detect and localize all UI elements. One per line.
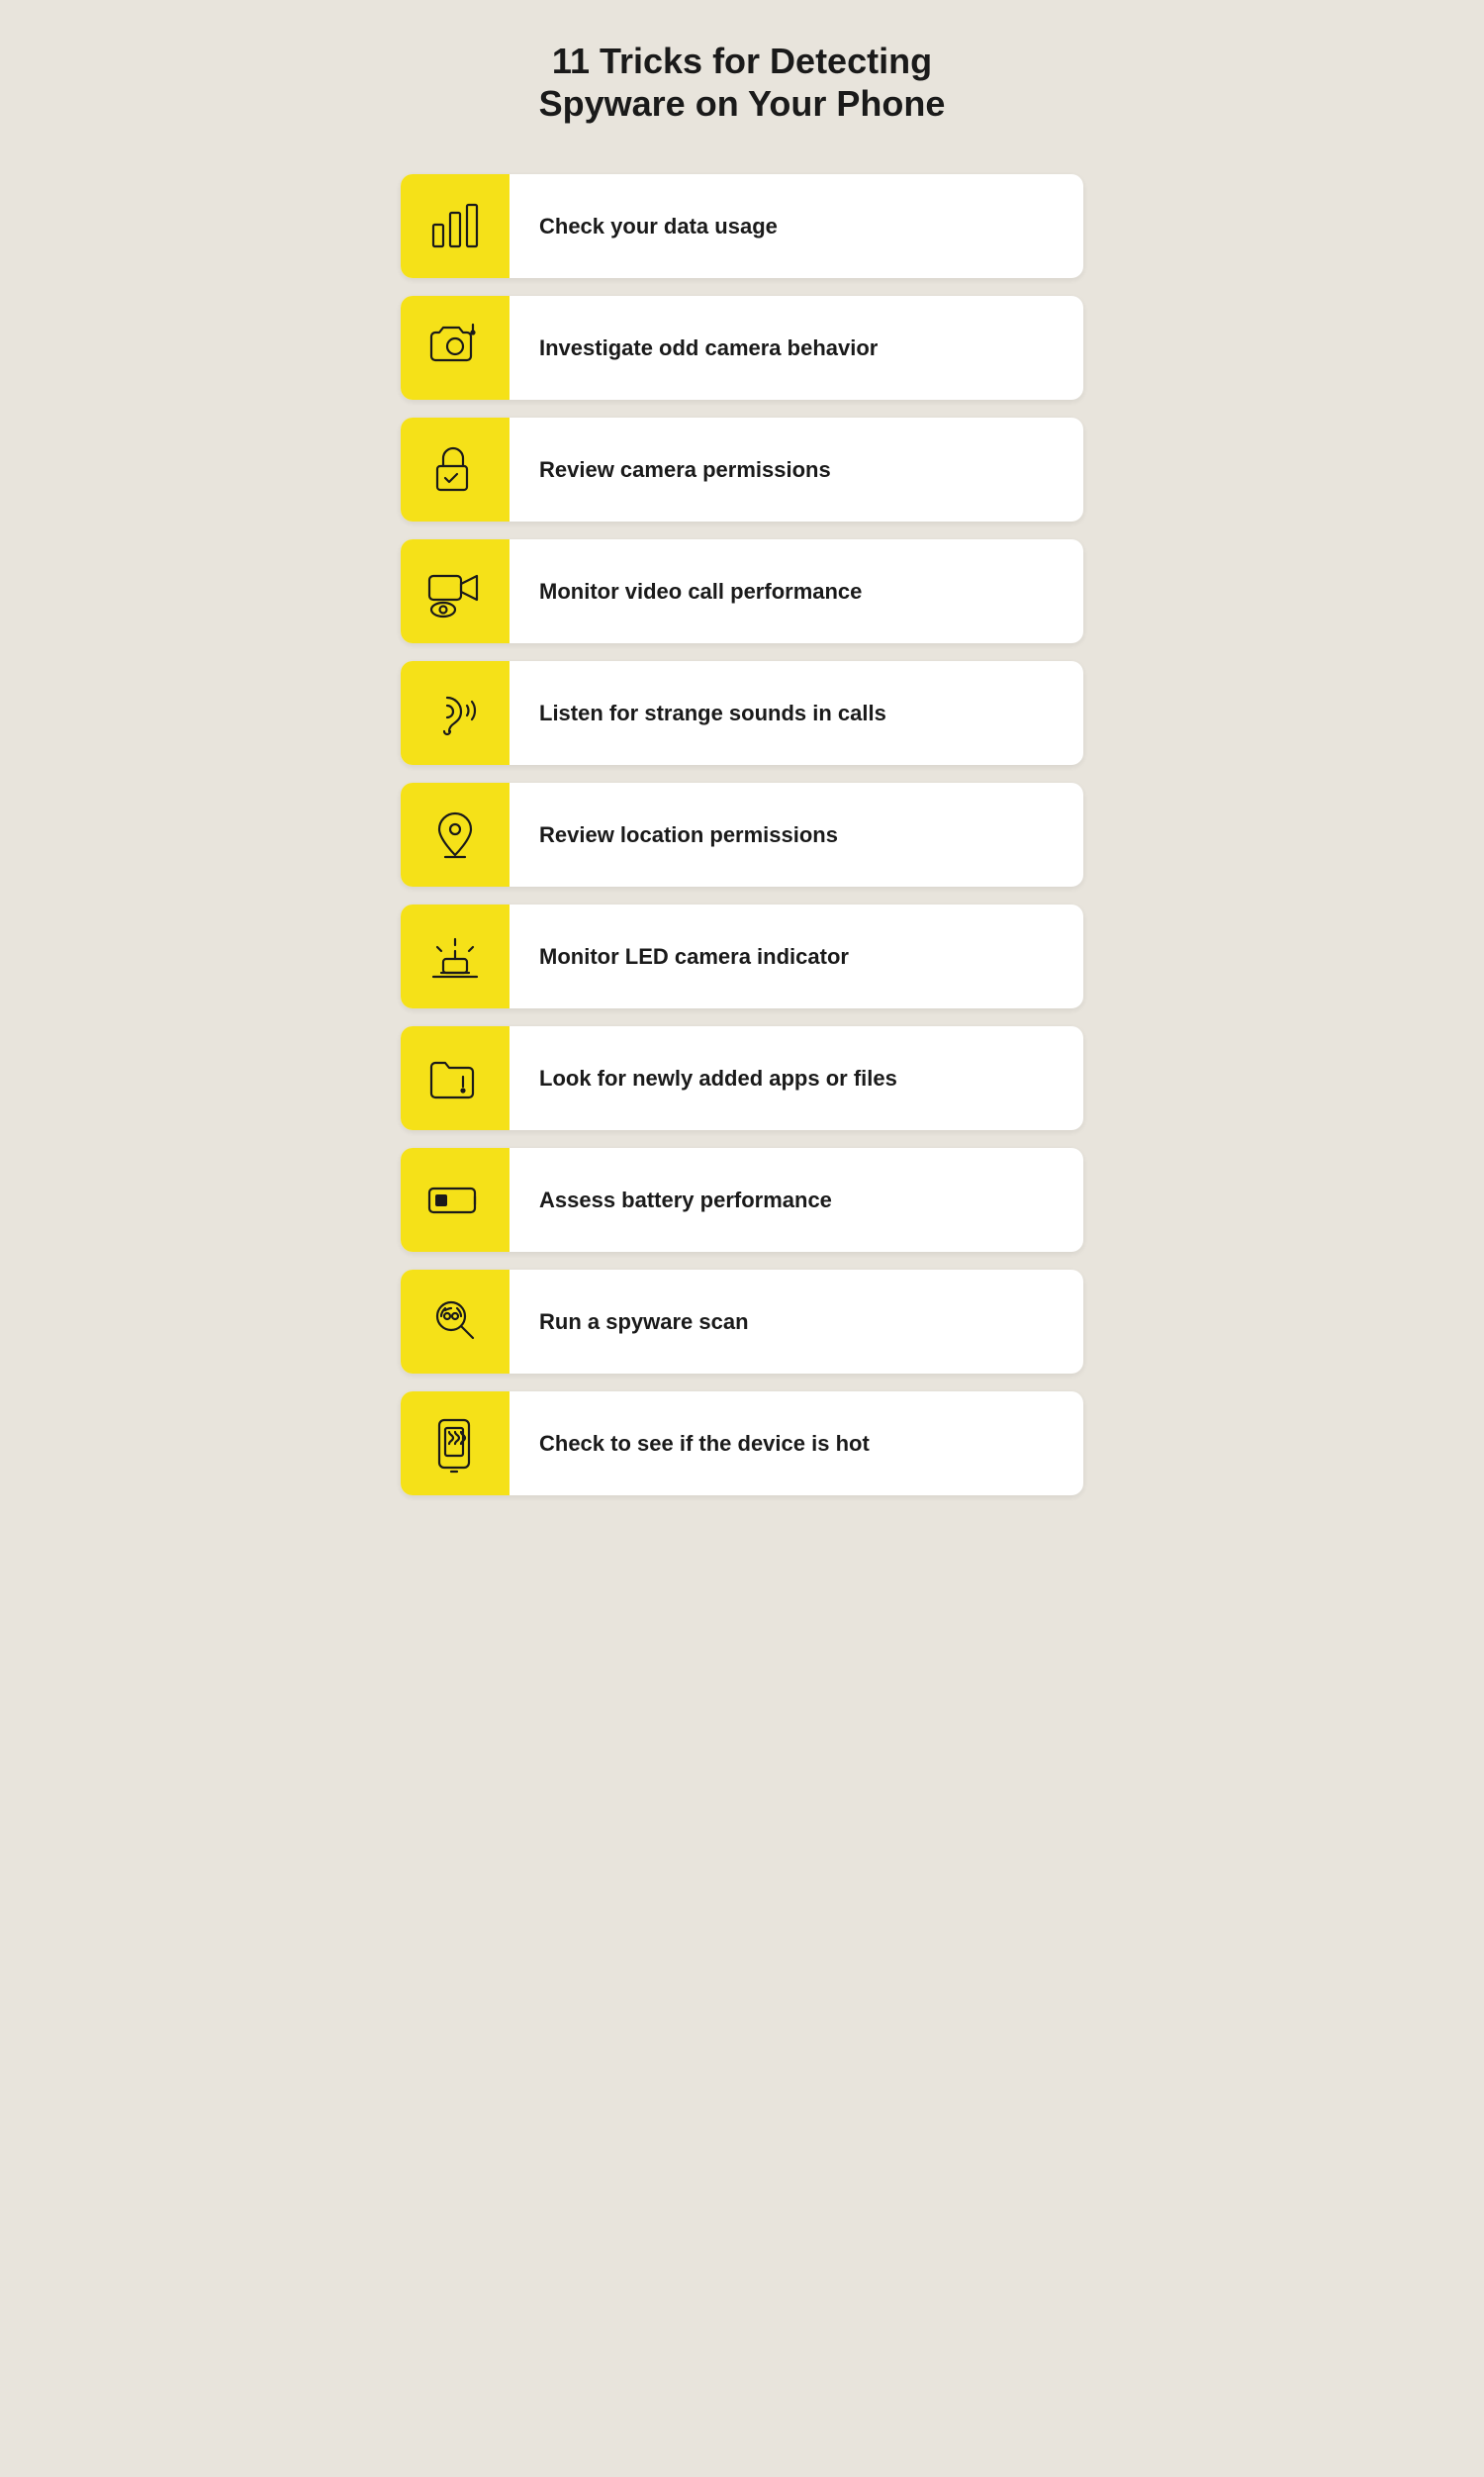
item-label-11: Check to see if the device is hot <box>510 1410 899 1478</box>
folder-alert-icon <box>425 1049 485 1108</box>
list-item-1: Check your data usage <box>401 174 1083 278</box>
ear-wave-icon <box>425 684 485 743</box>
alarm-light-icon <box>425 927 485 987</box>
icon-block-11 <box>401 1391 510 1495</box>
icon-block-6 <box>401 783 510 887</box>
icon-block-9 <box>401 1148 510 1252</box>
icon-block-2 <box>401 296 510 400</box>
item-label-10: Run a spyware scan <box>510 1288 779 1357</box>
list-item-6: Review location permissions <box>401 783 1083 887</box>
list-item-11: Check to see if the device is hot <box>401 1391 1083 1495</box>
list-item-10: Run a spyware scan <box>401 1270 1083 1374</box>
list-item-8: Look for newly added apps or files <box>401 1026 1083 1130</box>
battery-low-icon <box>425 1171 485 1230</box>
icon-block-10 <box>401 1270 510 1374</box>
item-label-7: Monitor LED camera indicator <box>510 923 879 992</box>
list-item-7: Monitor LED camera indicator <box>401 905 1083 1008</box>
icon-block-3 <box>401 418 510 522</box>
list-item-3: Review camera permissions <box>401 418 1083 522</box>
lock-check-icon <box>425 440 485 500</box>
icon-block-5 <box>401 661 510 765</box>
camera-alert-icon <box>425 319 485 378</box>
list-item-9: Assess battery performance <box>401 1148 1083 1252</box>
bar-chart-icon <box>425 197 485 256</box>
item-label-5: Listen for strange sounds in calls <box>510 680 916 748</box>
phone-hot-icon <box>425 1414 485 1474</box>
item-label-8: Look for newly added apps or files <box>510 1045 927 1113</box>
item-label-1: Check your data usage <box>510 193 807 261</box>
item-label-6: Review location permissions <box>510 802 868 870</box>
items-list: Check your data usage Investigate odd ca… <box>371 174 1113 1495</box>
icon-block-8 <box>401 1026 510 1130</box>
icon-block-4 <box>401 539 510 643</box>
icon-block-1 <box>401 174 510 278</box>
item-label-2: Investigate odd camera behavior <box>510 315 907 383</box>
list-item-2: Investigate odd camera behavior <box>401 296 1083 400</box>
item-label-9: Assess battery performance <box>510 1167 862 1235</box>
video-eye-icon <box>425 562 485 621</box>
location-pin-icon <box>425 806 485 865</box>
list-item-4: Monitor video call performance <box>401 539 1083 643</box>
list-item-5: Listen for strange sounds in calls <box>401 661 1083 765</box>
spy-scan-icon <box>425 1292 485 1352</box>
item-label-3: Review camera permissions <box>510 436 861 505</box>
page-container: 11 Tricks for Detecting Spyware on Your … <box>371 40 1113 1495</box>
item-label-4: Monitor video call performance <box>510 558 891 626</box>
page-title: 11 Tricks for Detecting Spyware on Your … <box>371 40 1113 125</box>
icon-block-7 <box>401 905 510 1008</box>
